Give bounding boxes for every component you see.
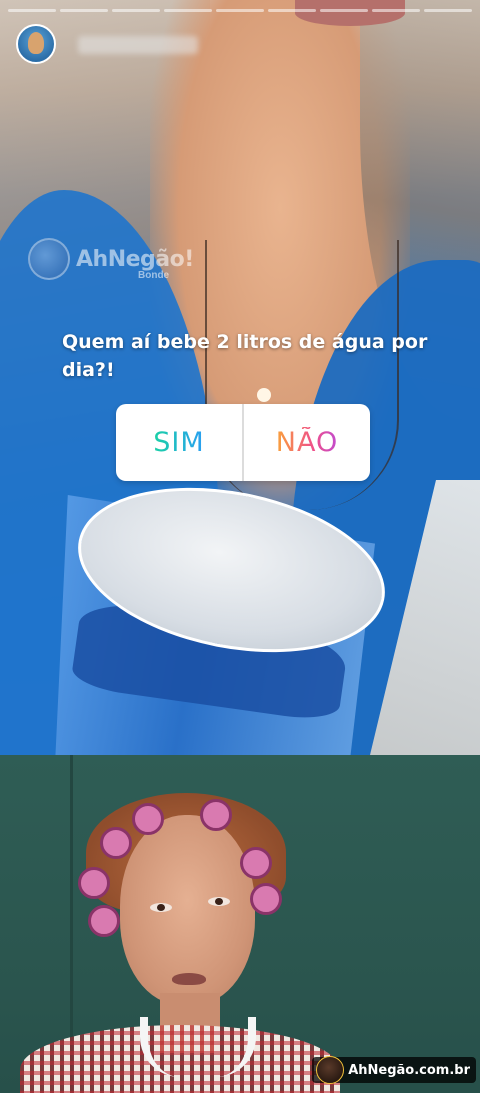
hair-curler xyxy=(88,905,120,937)
watermark-brand: AhNegão! xyxy=(76,246,194,272)
progress-segment xyxy=(8,9,56,12)
reaction-eye xyxy=(150,903,172,912)
story-watermark: AhNegão! Bonde xyxy=(28,238,194,281)
poll-option-no-label: NÃO xyxy=(275,427,339,458)
hair-curler xyxy=(100,827,132,859)
progress-segment xyxy=(216,9,264,12)
poll-option-yes-label: SIM xyxy=(153,427,205,458)
poll-option-yes[interactable]: SIM xyxy=(116,404,242,481)
hair-curler xyxy=(200,799,232,831)
progress-segment xyxy=(268,9,316,12)
reaction-image: AhNegão.com.br xyxy=(0,755,480,1093)
site-watermark: AhNegão.com.br xyxy=(312,1056,476,1084)
story-progress-bar xyxy=(8,9,472,12)
hair-curler xyxy=(240,847,272,879)
watermark-logo-icon xyxy=(316,1056,345,1084)
username-blurred[interactable] xyxy=(78,36,198,54)
poll-question: Quem aí bebe 2 litros de água por dia?! xyxy=(62,331,428,381)
progress-segment xyxy=(164,9,212,12)
progress-segment xyxy=(372,9,420,12)
reaction-mouth xyxy=(172,973,206,985)
poll-sticker: SIM NÃO xyxy=(116,404,370,481)
progress-segment xyxy=(60,9,108,12)
progress-segment xyxy=(112,9,160,12)
watermark-face-icon xyxy=(28,238,70,280)
background-photo-pendant xyxy=(257,388,271,402)
background-photo-lips xyxy=(295,0,405,26)
progress-segment xyxy=(424,9,472,12)
hair-curler xyxy=(250,883,282,915)
watermark-url: AhNegão.com.br xyxy=(348,1062,470,1078)
poll-option-no[interactable]: NÃO xyxy=(244,404,370,481)
progress-segment xyxy=(320,9,368,12)
watermark-sub: Bonde xyxy=(138,270,170,281)
profile-avatar[interactable] xyxy=(16,24,56,64)
hair-curler xyxy=(132,803,164,835)
hair-curler xyxy=(78,867,110,899)
story-panel: AhNegão! Bonde Quem aí bebe 2 litros de … xyxy=(0,0,480,755)
reaction-collar xyxy=(140,1017,256,1077)
reaction-eye xyxy=(208,897,230,906)
